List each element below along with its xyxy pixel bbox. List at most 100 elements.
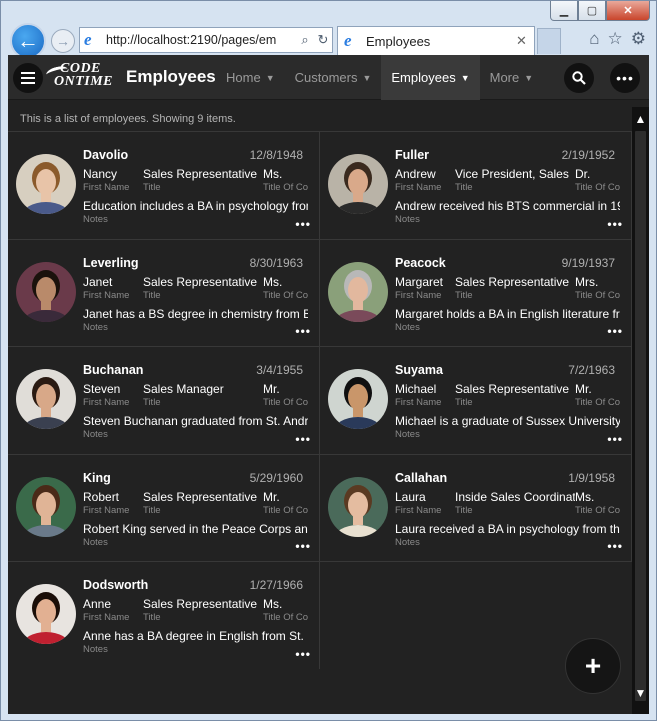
employee-card[interactable]: Dodsworth 1/27/1966 Anne First Name Sale…: [8, 561, 320, 669]
employee-card[interactable]: King 5/29/1960 Robert First Name Sales R…: [8, 453, 320, 561]
first-name-value: Janet: [83, 274, 113, 289]
employee-card[interactable]: Suyama 7/2/1963 Michael First Name Sales…: [320, 346, 632, 454]
employee-photo[interactable]: [16, 261, 76, 322]
first-name-field: Andrew First Name: [395, 167, 455, 193]
vertical-scrollbar[interactable]: ▲ ▼: [632, 107, 649, 714]
first-name-field: Nancy First Name: [83, 167, 143, 193]
search-button[interactable]: [564, 63, 594, 93]
employee-card[interactable]: Peacock 9/19/1937 Margaret First Name Sa…: [320, 238, 632, 346]
tab-close-icon[interactable]: ✕: [516, 33, 534, 49]
caret-down-icon: ▼: [524, 72, 534, 83]
notes-label: Notes: [395, 429, 420, 440]
employee-photo[interactable]: [328, 476, 388, 537]
employee-photo[interactable]: [16, 584, 76, 644]
maximize-button[interactable]: ▢: [578, 1, 606, 21]
employee-last-name: Peacock: [395, 255, 446, 270]
refresh-icon[interactable]: ↻: [314, 32, 332, 48]
nav-more[interactable]: More ▼: [480, 55, 544, 100]
employee-birth-date: 7/2/1963: [568, 363, 615, 377]
nav-employees-label: Employees: [391, 70, 456, 85]
employee-card-list: Davolio 12/8/1948 Nancy First Name Sales…: [8, 131, 632, 669]
first-name-label: First Name: [83, 504, 130, 516]
scrollbar-thumb[interactable]: [635, 131, 646, 701]
first-name-field: Robert First Name: [83, 490, 143, 516]
title-of-courtesy-label: Title Of Courtesy: [263, 397, 308, 408]
title-of-courtesy-value: Ms.: [263, 167, 283, 181]
employee-photo[interactable]: [328, 261, 388, 322]
notes-value: Margaret holds a BA in English literatur…: [395, 306, 620, 321]
scroll-down-icon[interactable]: ▼: [632, 684, 649, 702]
address-bar[interactable]: e http://localhost:2190/pages/em ⌕ ↻: [79, 27, 333, 53]
back-button[interactable]: ←: [10, 23, 46, 59]
settings-gear-icon[interactable]: ⚙: [631, 29, 646, 49]
new-tab-button[interactable]: [537, 28, 561, 54]
title-of-courtesy-value: Ms.: [575, 489, 595, 504]
card-more-icon[interactable]: •••: [295, 432, 311, 446]
tab-favicon-icon: e: [344, 31, 352, 50]
employee-photo[interactable]: [328, 154, 388, 214]
employee-card[interactable]: Fuller 2/19/1952 Andrew First Name Vice …: [320, 131, 632, 239]
title-value: Vice President, Sales: [455, 167, 569, 181]
title-field: Sales Manager Title: [143, 382, 263, 408]
employee-card[interactable]: Leverling 8/30/1963 Janet First Name Sal…: [8, 238, 320, 346]
browser-tab-employees[interactable]: e Employees ✕: [337, 26, 535, 55]
first-name-value: Michael: [395, 382, 437, 396]
employee-card[interactable]: Buchanan 3/4/1955 Steven First Name Sale…: [8, 346, 320, 454]
notes-value: Robert King served in the Peace Corps an…: [83, 521, 308, 536]
close-window-button[interactable]: ✕: [606, 1, 650, 21]
first-name-label: First Name: [83, 397, 130, 408]
employee-birth-date: 2/19/1952: [561, 148, 615, 162]
employee-photo[interactable]: [328, 369, 388, 429]
first-name-value: Anne: [83, 597, 112, 611]
ellipsis-icon: •••: [616, 70, 634, 86]
employee-photo[interactable]: [16, 369, 76, 429]
title-label: Title: [455, 397, 473, 408]
title-of-courtesy-field: Mr. Title Of Courtesy: [263, 490, 308, 516]
title-of-courtesy-value: Mr.: [575, 382, 592, 396]
employee-birth-date: 12/8/1948: [249, 148, 303, 162]
card-more-icon[interactable]: •••: [607, 539, 623, 553]
card-more-icon[interactable]: •••: [607, 432, 623, 446]
nav-customers[interactable]: Customers ▼: [285, 55, 382, 100]
employee-photo[interactable]: [16, 154, 76, 214]
minimize-button[interactable]: ▁: [550, 1, 578, 21]
title-value: Sales Representative: [455, 382, 570, 396]
address-text[interactable]: http://localhost:2190/pages/em: [106, 33, 296, 47]
card-more-icon[interactable]: •••: [295, 217, 311, 231]
notes-label: Notes: [395, 536, 420, 548]
first-name-label: First Name: [83, 289, 130, 301]
employee-last-name: Fuller: [395, 148, 430, 162]
card-more-icon[interactable]: •••: [295, 539, 311, 553]
search-dropdown-icon[interactable]: ⌕: [296, 32, 314, 48]
favorites-star-icon[interactable]: ☆: [608, 29, 623, 49]
title-of-courtesy-value: Ms.: [263, 274, 283, 289]
card-more-icon[interactable]: •••: [607, 217, 623, 231]
plus-icon: +: [584, 650, 602, 681]
home-icon[interactable]: ⌂: [589, 29, 599, 49]
title-of-courtesy-label: Title Of Courtesy: [575, 397, 620, 408]
employee-last-name: Suyama: [395, 363, 443, 377]
title-label: Title: [143, 504, 161, 516]
employee-card[interactable]: Callahan 1/9/1958 Laura First Name Insid…: [320, 453, 632, 561]
card-more-icon[interactable]: •••: [295, 647, 311, 661]
employee-photo[interactable]: [16, 476, 76, 537]
title-field: Sales Representative Title: [455, 382, 575, 408]
title-field: Sales Representative Title: [143, 275, 263, 301]
nav-employees[interactable]: Employees ▼: [381, 55, 480, 100]
first-name-field: Laura First Name: [395, 490, 455, 516]
add-new-employee-button[interactable]: +: [565, 638, 621, 694]
code-on-time-logo[interactable]: CODE ONTIME: [45, 62, 113, 94]
employee-photo-image: [16, 261, 76, 322]
nav-home[interactable]: Home ▼: [216, 55, 285, 100]
title-of-courtesy-label: Title Of Courtesy: [263, 182, 308, 193]
forward-button[interactable]: →: [51, 29, 75, 53]
employee-card[interactable]: Davolio 12/8/1948 Nancy First Name Sales…: [8, 131, 320, 239]
more-options-button[interactable]: •••: [610, 63, 640, 93]
hamburger-menu-button[interactable]: [13, 63, 43, 93]
card-more-icon[interactable]: •••: [607, 324, 623, 338]
title-value: Inside Sales Coordinator: [455, 489, 575, 504]
first-name-value: Steven: [83, 382, 121, 396]
nav-more-label: More: [489, 70, 520, 85]
card-more-icon[interactable]: •••: [295, 324, 311, 338]
scroll-up-icon[interactable]: ▲: [632, 110, 649, 128]
